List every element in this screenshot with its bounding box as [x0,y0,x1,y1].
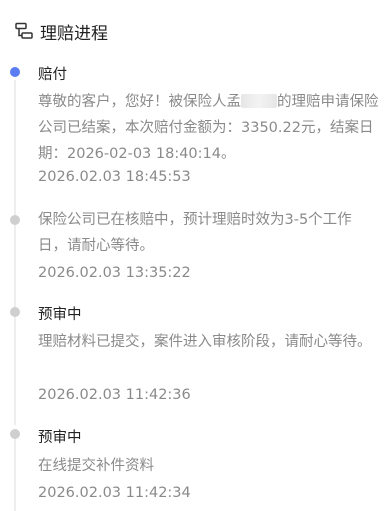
timeline-connector [14,435,16,511]
event-title: 赔付 [38,67,67,83]
event-description: 理赔材料已提交，案件进入审核阶段，请耐心等待。 [38,334,372,350]
timeline-connector [14,80,16,215]
event-title: 预审中 [38,307,82,323]
timeline-dot-active [10,67,20,77]
timeline-dot [10,215,20,225]
event-time: 2026.02.03 13:35:22 [38,265,191,281]
timeline-connector [14,317,16,425]
timeline-dot [10,307,20,317]
event-description: 在线提交补件资料 [38,458,154,474]
event-time: 2026.02.03 18:45:53 [38,169,191,185]
event-description: 尊敬的客户，您好！被保险人孟 的理赔申请保险公司已结案，本次赔付金额为：3350.… [38,89,380,167]
event-time: 2026.02.03 11:42:36 [38,387,191,403]
event-description-part: 尊敬的客户，您好！被保险人孟 [38,94,241,110]
event-title: 预审中 [38,430,82,446]
masked-name [241,94,277,108]
claim-timeline: 赔付 尊敬的客户，您好！被保险人孟 的理赔申请保险公司已结案，本次赔付金额为：33… [0,0,391,511]
timeline-dot [10,429,20,439]
timeline-connector [14,225,16,307]
event-time: 2026.02.03 11:42:34 [38,485,191,501]
event-description: 保险公司已在核赔中，预计理赔时效为3-5个工作日，请耐心等待。 [38,212,352,254]
